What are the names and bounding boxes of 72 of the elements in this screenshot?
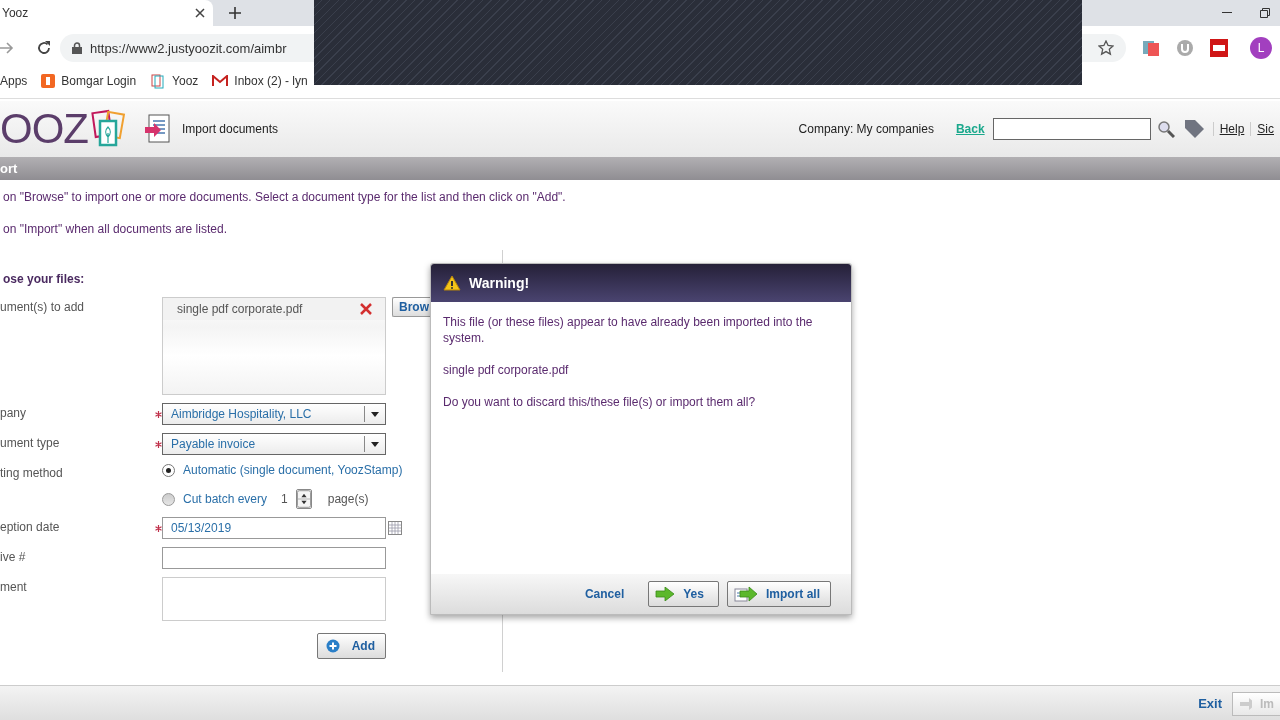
field-label: ting method — [0, 465, 64, 480]
section-heading: ose your files: — [3, 272, 85, 286]
field-label: eption date — [0, 519, 61, 534]
field-label: ive # — [0, 549, 27, 564]
radio-button[interactable] — [162, 463, 175, 477]
restore-icon[interactable] — [1260, 8, 1270, 18]
document-arrow-icon — [734, 586, 758, 602]
bookmark-icon — [150, 73, 167, 89]
dialog-message: This file (or these files) appear to have already been imported into the system. — [443, 314, 814, 346]
archive-number-field[interactable] — [162, 547, 386, 569]
header-link[interactable]: Sic — [1250, 122, 1280, 136]
spinner-icon[interactable] — [295, 489, 312, 509]
cancel-button[interactable]: Cancel — [578, 586, 631, 602]
reload-icon[interactable] — [36, 40, 52, 56]
page-count: 1 — [281, 492, 288, 506]
lock-icon — [72, 42, 82, 54]
unit-label: page(s) — [327, 492, 369, 506]
minimize-icon[interactable] — [1222, 12, 1232, 14]
document-type-select[interactable]: Payable invoice — [162, 433, 386, 455]
yes-button[interactable]: Yes — [648, 581, 719, 607]
bookmark-link[interactable]: Yooz — [172, 74, 199, 88]
profile-avatar[interactable]: L — [1250, 37, 1272, 59]
extension-icon[interactable] — [1142, 39, 1160, 57]
calendar-icon[interactable] — [388, 521, 402, 535]
company-label: Company: My companies — [798, 122, 934, 136]
instruction-text: on "Import" when all documents are listed. — [3, 222, 227, 236]
bookmark-link[interactable]: Bomgar Login — [61, 74, 137, 88]
star-icon[interactable] — [1098, 40, 1114, 56]
bookmark-icon — [41, 74, 56, 88]
instruction-text: on "Browse" to import one or more documents. Select a document type for the list and then click on "Add". — [3, 190, 566, 204]
plus-icon — [325, 639, 340, 653]
header-link[interactable]: Help — [1212, 122, 1251, 136]
url-text[interactable]: https://www2.justyoozit.com/aimbr — [90, 40, 287, 56]
warning-icon — [443, 275, 461, 291]
extension-icon[interactable] — [1210, 39, 1228, 57]
file-name: single pdf corporate.pdf — [443, 362, 570, 378]
close-icon[interactable] — [195, 8, 205, 18]
dialog-question: Do you want to discard this/these file(s) or import them all? — [443, 394, 757, 410]
tab-title[interactable]: Yooz — [0, 6, 29, 20]
date-field[interactable]: 05/13/2019 — [162, 517, 386, 539]
logo-text: OOZ — [0, 105, 88, 153]
dialog-title: Warning! — [469, 275, 530, 291]
import-documents-icon[interactable] — [144, 114, 170, 144]
bookmark-link[interactable]: Inbox (2) - lyn — [234, 74, 308, 88]
remove-icon[interactable] — [359, 302, 373, 316]
browse-button[interactable]: Brow — [392, 297, 431, 317]
tag-icon[interactable] — [1182, 118, 1205, 140]
field-label: ument(s) to add — [0, 299, 86, 314]
arrow-icon — [1239, 697, 1252, 710]
exit-link[interactable]: Exit — [1198, 696, 1222, 711]
arrow-icon — [655, 587, 676, 601]
company-select[interactable]: Aimbridge Hospitality, LLC — [162, 403, 386, 425]
radio-label[interactable]: Cut batch every — [183, 492, 268, 506]
bookmark-link[interactable]: Apps — [0, 74, 28, 88]
mail-icon — [212, 75, 229, 87]
section-title: ort — [0, 161, 18, 176]
field-label: ment — [0, 579, 28, 594]
field-label: pany — [0, 405, 28, 420]
forward-icon[interactable] — [0, 42, 14, 54]
add-button[interactable]: Add — [316, 633, 386, 659]
import-all-button[interactable]: Import all — [727, 581, 831, 607]
page-title: Import documents — [182, 122, 279, 136]
comment-field[interactable] — [162, 577, 386, 621]
file-list[interactable]: single pdf corporate.pdf — [162, 297, 386, 395]
radio-label[interactable]: Automatic (single document, YoozStamp) — [183, 463, 403, 477]
search-icon[interactable] — [1156, 120, 1175, 138]
search-field[interactable] — [992, 118, 1151, 140]
radio-button[interactable] — [162, 492, 175, 506]
caret-icon — [371, 411, 379, 417]
new-tab-icon[interactable] — [229, 7, 241, 19]
field-label: ument type — [0, 435, 61, 450]
caret-icon — [371, 441, 379, 447]
